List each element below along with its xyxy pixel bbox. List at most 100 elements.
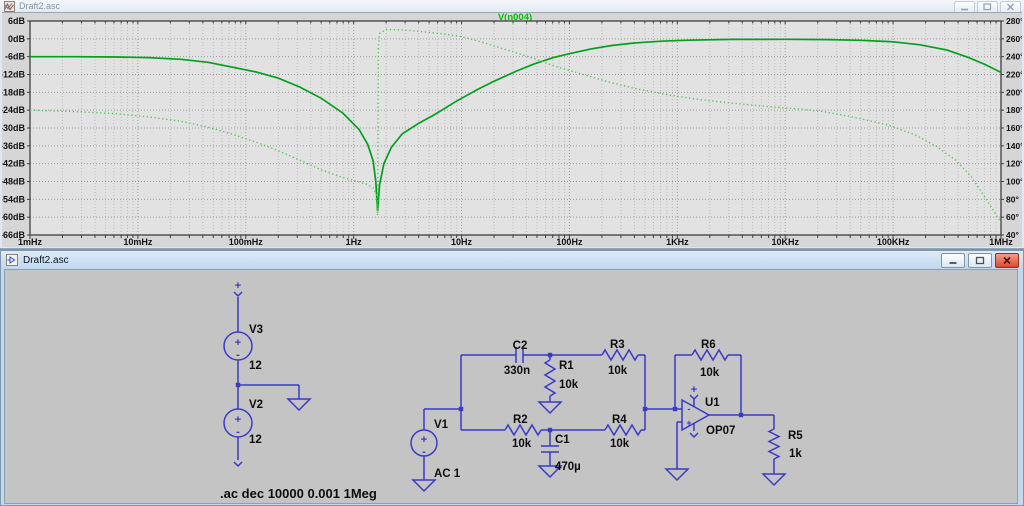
component-value: 12: [249, 360, 262, 372]
component-ref: V2: [249, 399, 263, 411]
component-R4[interactable]: R4 10k: [605, 414, 641, 450]
waveform-pane: V(n004) 1mHz10mHz100mHz1Hz10Hz100Hz1KHz1…: [2, 12, 1022, 246]
x-tick-label: 10Hz: [451, 237, 473, 247]
component-value: 10k: [559, 379, 579, 391]
pin-chevron-icon: [234, 462, 242, 466]
component-ref: R5: [788, 430, 803, 442]
y-right-tick-label: 180°: [1006, 105, 1022, 115]
pin-chevron-icon: [690, 433, 698, 437]
waveform-window-titlebar[interactable]: Draft2.asc: [0, 0, 1024, 12]
restore-button[interactable]: [968, 253, 992, 268]
component-C1[interactable]: C1 470µ: [541, 434, 581, 473]
minimize-icon: [960, 4, 969, 11]
component-ref: U1: [705, 397, 720, 409]
minimize-icon: [948, 256, 958, 265]
y-right-tick-label: 40°: [1006, 230, 1019, 240]
source-minus: -: [236, 349, 240, 361]
component-value: AC 1: [434, 468, 461, 480]
y-left-tick-label: -66dB: [2, 230, 25, 240]
component-ref: R2: [513, 414, 528, 426]
y-left-tick-label: -48dB: [2, 177, 25, 187]
y-right-tick-label: 220°: [1006, 70, 1022, 80]
y-left-tick-label: -24dB: [2, 105, 25, 115]
component-U1-opamp[interactable]: - + U1 OP07: [682, 397, 735, 437]
vplus-pin-label: +: [235, 280, 241, 292]
x-tick-label: 1Hz: [346, 237, 363, 247]
component-C2[interactable]: C2 330n: [504, 340, 530, 377]
x-tick-label: 100Hz: [556, 237, 583, 247]
y-left-tick-label: 6dB: [8, 16, 26, 26]
y-left-tick-label: -18dB: [2, 87, 25, 97]
component-value: 10k: [610, 438, 630, 450]
y-left-tick-label: 0dB: [8, 34, 26, 44]
component-V1[interactable]: + - V1 AC 1: [411, 419, 461, 480]
opamp-noninverting-input-label: +: [686, 418, 691, 428]
opamp-vplus-label: +: [691, 384, 697, 396]
close-icon: [1002, 256, 1012, 265]
component-value: 12: [249, 434, 262, 446]
x-tick-label: 1KHz: [666, 237, 689, 247]
waveform-window-title: Draft2.asc: [19, 1, 60, 11]
source-plus: +: [421, 434, 427, 446]
component-value: 10k: [512, 438, 532, 450]
ground-icon[interactable]: [413, 480, 435, 491]
ground-icon[interactable]: [666, 469, 688, 480]
minimize-button[interactable]: [941, 253, 965, 268]
schematic-canvas[interactable]: + + + - V3 12 + - V2 12: [4, 269, 1018, 504]
y-left-tick-label: -42dB: [2, 159, 25, 169]
bode-plot[interactable]: V(n004) 1mHz10mHz100mHz1Hz10Hz100Hz1KHz1…: [2, 12, 1022, 247]
y-left-tick-label: -54dB: [2, 194, 25, 204]
component-R2[interactable]: R2 10k: [505, 414, 541, 450]
y-right-tick-label: 280°: [1006, 16, 1022, 26]
x-tick-label: 10KHz: [771, 237, 799, 247]
y-left-tick-label: -30dB: [2, 123, 25, 133]
component-value: OP07: [706, 425, 735, 437]
ground-icon[interactable]: [288, 399, 310, 410]
component-ref: C2: [513, 340, 528, 352]
ground-icon[interactable]: [763, 474, 785, 485]
source-minus: -: [236, 426, 240, 438]
waveform-window: Draft2.asc V(n004) 1mHz10mHz100mHz1Hz10H…: [0, 0, 1024, 249]
component-V3[interactable]: + - V3 12: [224, 324, 263, 372]
component-value: 10k: [608, 365, 628, 377]
component-R6[interactable]: R6 10k: [692, 339, 728, 379]
schematic-window-icon: [6, 254, 18, 266]
y-right-tick-label: 60°: [1006, 212, 1019, 222]
component-ref: V3: [249, 324, 263, 336]
close-icon: [1006, 3, 1015, 11]
schematic-window-titlebar[interactable]: Draft2.asc: [1, 251, 1023, 269]
schematic-window-title: Draft2.asc: [23, 255, 69, 266]
component-value: 1k: [789, 448, 802, 460]
ground-symbols[interactable]: [288, 399, 785, 491]
y-left-tick-label: -36dB: [2, 141, 25, 151]
source-plus: +: [235, 414, 241, 426]
component-ref: R3: [610, 339, 625, 351]
x-tick-label: 100KHz: [877, 237, 910, 247]
component-value: 330n: [504, 365, 530, 377]
y-right-tick-label: 240°: [1006, 52, 1022, 62]
x-tick-label: 100mHz: [229, 237, 264, 247]
close-button[interactable]: [995, 253, 1019, 268]
source-minus: -: [422, 446, 426, 458]
y-left-tick-label: -12dB: [2, 70, 25, 80]
y-right-tick-label: 100°: [1006, 177, 1022, 187]
component-R1[interactable]: R1 10k: [545, 360, 579, 396]
component-R5[interactable]: R5 1k: [769, 429, 803, 460]
component-ref: R4: [612, 414, 627, 426]
waveform-window-icon: [4, 1, 15, 12]
component-value: 470µ: [555, 461, 581, 473]
ground-icon[interactable]: [539, 402, 561, 413]
spice-directive[interactable]: .ac dec 10000 0.001 1Meg: [220, 486, 377, 501]
y-left-tick-label: -6dB: [5, 52, 26, 62]
restore-icon: [975, 256, 985, 265]
y-left-tick-label: -60dB: [2, 212, 25, 222]
component-ref: R6: [701, 339, 716, 351]
pin-chevron-icon: [234, 292, 242, 296]
restore-icon: [983, 3, 992, 11]
component-V2[interactable]: + - V2 12: [224, 399, 263, 446]
opamp-inverting-input-label: -: [688, 404, 691, 414]
schematic-window: Draft2.asc: [0, 250, 1024, 506]
component-R3[interactable]: R3 10k: [602, 339, 638, 377]
y-right-tick-label: 140°: [1006, 141, 1022, 151]
y-right-tick-label: 120°: [1006, 159, 1022, 169]
